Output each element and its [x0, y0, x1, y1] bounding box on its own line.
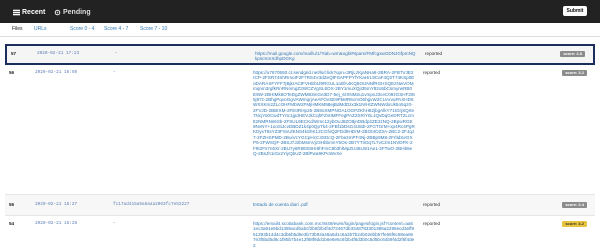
row-status: reported	[425, 51, 443, 56]
nav-recent-label: Recent	[22, 8, 46, 16]
tab-score-4-7[interactable]: Score 4 - 7	[104, 26, 128, 32]
row-status: reported	[423, 202, 441, 207]
top-navbar: Recent Pending Submit	[0, 0, 600, 23]
recent-list-icon	[13, 9, 20, 15]
row-hash-link[interactable]: fc17ad415a5a5aaa2063fc7e52227	[113, 202, 189, 207]
tab-score-7-10[interactable]: Score 7 - 10	[140, 26, 167, 32]
table-row[interactable]: 54 2020-02-21 15:26 – https://email4.sco…	[5, 215, 595, 250]
row-hash: –	[113, 70, 116, 75]
score-badge: score: 2.8	[560, 51, 585, 57]
row-date: 2020-02-21 15:26	[35, 221, 78, 226]
row-status: reported	[423, 221, 441, 226]
submissions-table: 57 2020-02-21 17:23 – https://mail.googl…	[5, 40, 595, 252]
tab-score-0-4[interactable]: Score 0 - 4	[70, 26, 94, 32]
row-id: 54	[9, 221, 15, 226]
row-hash: –	[115, 51, 118, 56]
row-id: 56	[9, 70, 15, 75]
submit-button[interactable]: Submit	[563, 6, 587, 16]
row-url-link[interactable]: https://u7670550.ct.sendgrid.net/ls/clic…	[253, 70, 415, 157]
score-badge: score: 4.2	[562, 221, 587, 227]
score-badge: score: 3.2	[562, 70, 587, 76]
filter-tabs: Files URLs Score 0 - 4 Score 4 - 7 Score…	[0, 23, 600, 37]
table-row[interactable]: 57 2020-02-21 17:23 – https://mail.googl…	[5, 44, 595, 65]
table-row[interactable]: 55 2020-02-21 15:27 fc17ad415a5a5aaa2063…	[5, 194, 595, 215]
row-date: 2020-02-21 16:50	[35, 70, 78, 75]
tab-files[interactable]: Files	[12, 26, 23, 32]
row-date: 2020-02-21 15:27	[35, 202, 78, 207]
row-url-link[interactable]: https://mail.google.com/mail/u/1/?tab=wm…	[255, 51, 417, 62]
row-file-link[interactable]: Estado de cuenta diari .pdf	[253, 202, 415, 207]
score-badge: score: 2.4	[562, 202, 587, 208]
nav-recent[interactable]: Recent	[13, 7, 45, 17]
nav-pending-label: Pending	[63, 8, 91, 16]
row-hash: –	[113, 221, 116, 226]
row-id: 57	[11, 51, 17, 56]
row-id: 55	[9, 202, 15, 207]
row-status: reported	[423, 70, 441, 75]
nav-pending[interactable]: Pending	[54, 7, 91, 17]
gear-icon	[54, 9, 61, 15]
row-url-link[interactable]: https://email4.scotiabank.com.mx:9449/ew…	[253, 221, 415, 248]
tab-urls[interactable]: URLs	[34, 26, 47, 32]
table-row[interactable]: 56 2020-02-21 16:50 – https://u7670550.c…	[5, 66, 595, 194]
row-date: 2020-02-21 17:23	[37, 51, 80, 56]
